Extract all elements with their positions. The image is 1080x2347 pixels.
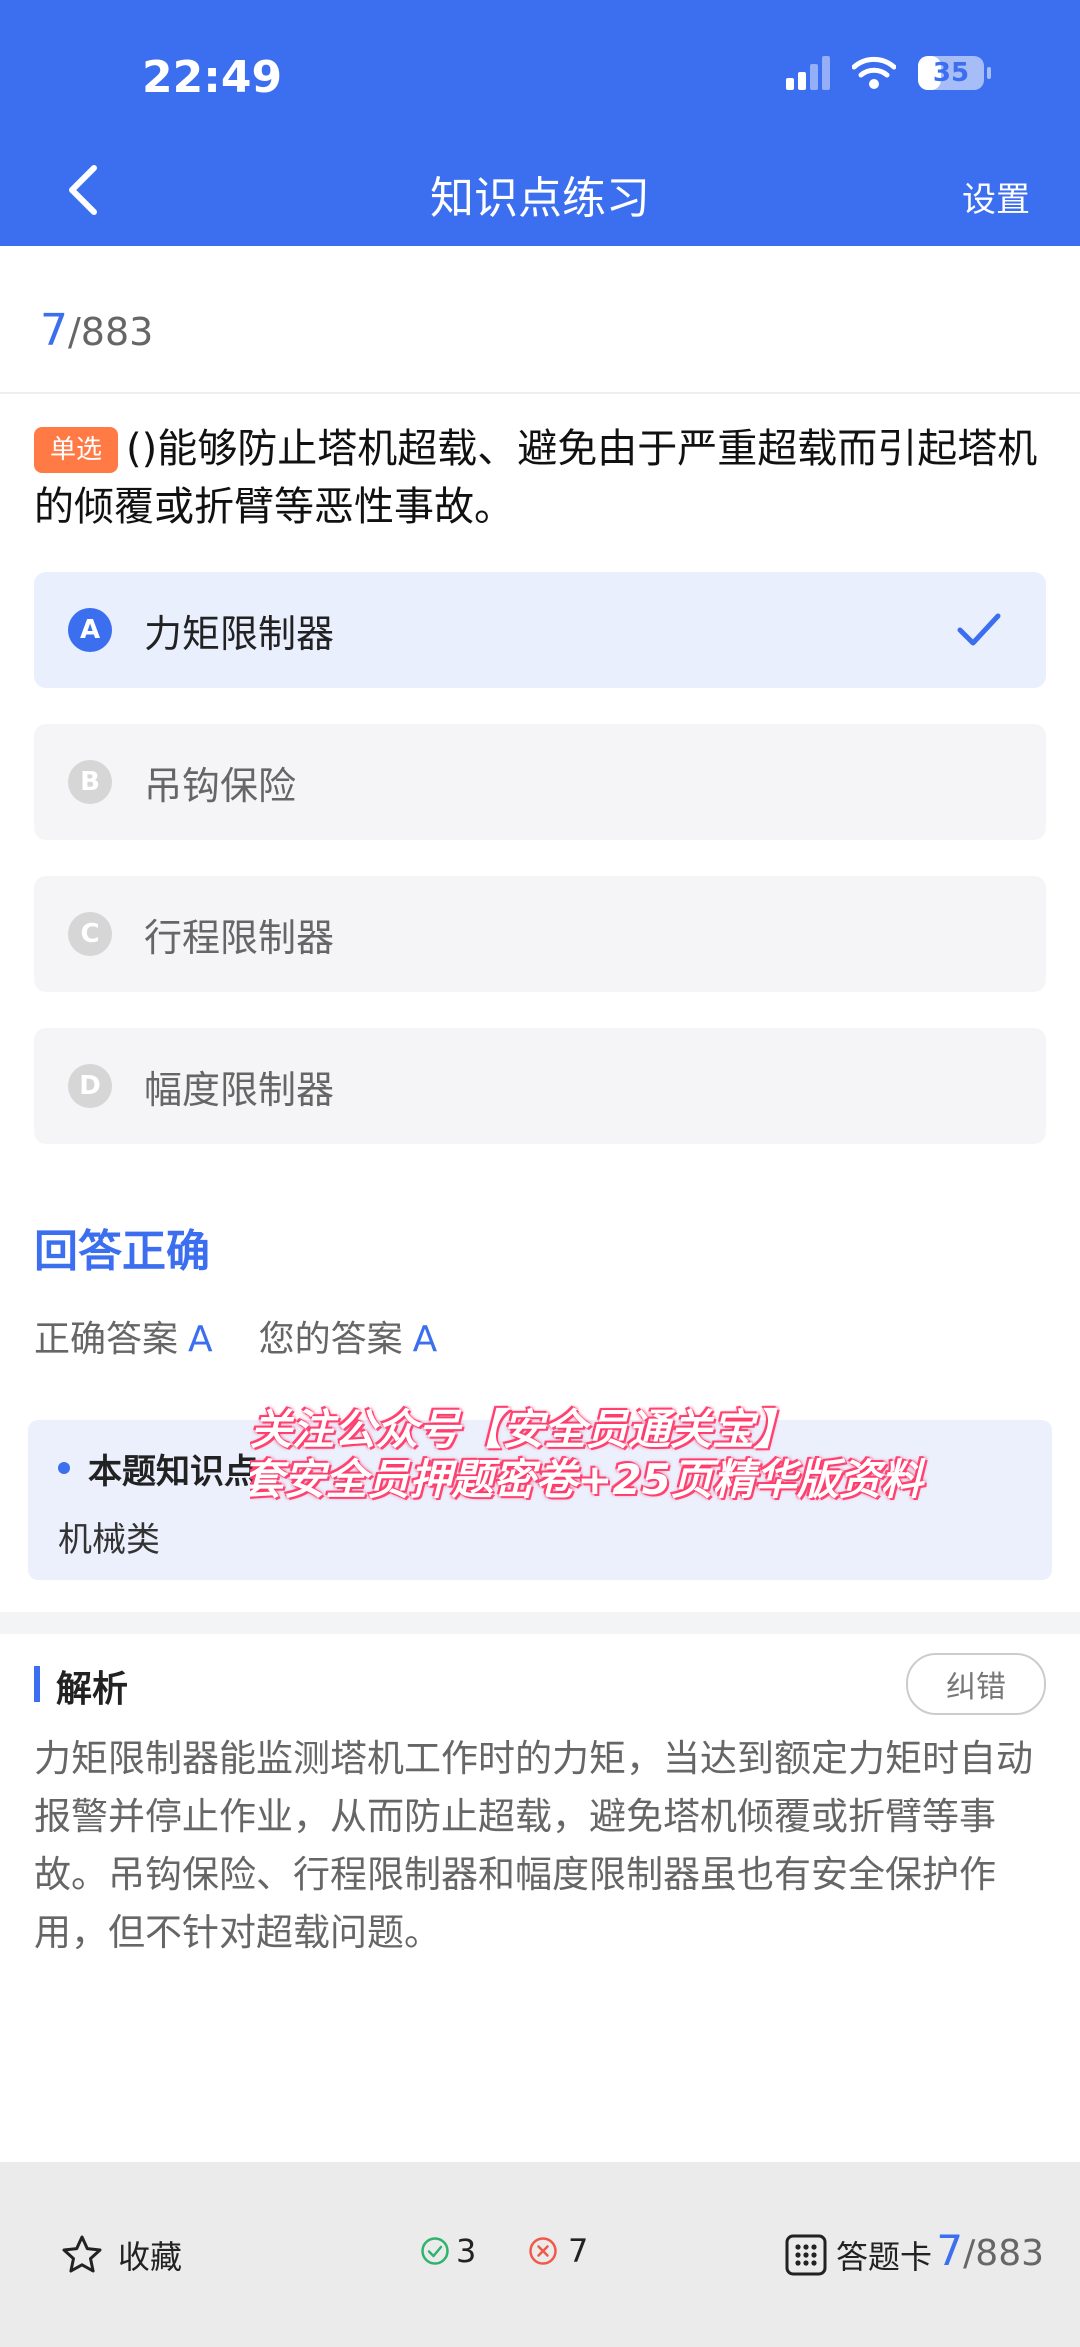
wrong-circle-icon	[529, 2237, 557, 2265]
bottom-progress: 7/883	[936, 2226, 1044, 2275]
option-d[interactable]: D 幅度限制器	[34, 1028, 1046, 1144]
question-text: ()能够防止塔机超载、避免由于严重超载而引起塔机的倾覆或折臂等恶性事故。	[34, 426, 1038, 530]
correct-circle-icon	[421, 2237, 449, 2265]
star-icon	[62, 2235, 102, 2273]
report-error-button[interactable]: 纠错	[906, 1653, 1046, 1715]
option-text: 幅度限制器	[144, 1067, 335, 1112]
section-accent-bar	[34, 1666, 40, 1702]
answer-card-label: 答题卡	[836, 2238, 933, 2276]
correct-answer-label: 正确答案	[34, 1319, 179, 1360]
option-letter: D	[68, 1064, 112, 1108]
check-icon	[957, 613, 1001, 646]
option-text: 力矩限制器	[144, 611, 335, 656]
knowledge-point-label: 本题知识点	[88, 1452, 258, 1492]
bullet-dot-icon	[58, 1462, 70, 1474]
option-text: 吊钩保险	[144, 763, 297, 808]
option-letter: A	[68, 608, 112, 652]
watermark-overlay: 关注公众号【安全员通关宝】 领5套安全员押题密卷+25页精华版资料	[250, 1405, 1080, 1505]
wrong-count: 7	[528, 2232, 588, 2270]
option-letter: C	[68, 912, 112, 956]
bottom-progress-total: /883	[963, 2233, 1044, 2274]
answer-summary: 正确答案 A 您的答案 A	[34, 1310, 483, 1362]
status-icons: 35	[786, 56, 991, 90]
bottom-progress-current: 7	[936, 2226, 964, 2275]
bottom-toolbar: 收藏 3 7 答题卡 7/883	[0, 2162, 1080, 2347]
your-answer-value: A	[412, 1319, 438, 1360]
correct-count: 3	[420, 2232, 476, 2270]
divider	[0, 392, 1080, 394]
option-a[interactable]: A 力矩限制器	[34, 572, 1046, 688]
progress-total: /883	[68, 310, 154, 354]
settings-button[interactable]: 设置	[962, 172, 1030, 221]
question-progress: 7/883	[40, 305, 153, 356]
your-answer-label: 您的答案	[258, 1319, 403, 1360]
battery-icon: 35	[918, 56, 991, 90]
knowledge-point-value: 机械类	[58, 1520, 160, 1560]
correct-answer-value: A	[188, 1319, 213, 1360]
correct-count-value: 3	[456, 2232, 477, 2270]
option-c[interactable]: C 行程限制器	[34, 876, 1046, 992]
page-title: 知识点练习	[430, 173, 650, 224]
question-type-badge: 单选	[34, 427, 119, 473]
section-separator	[0, 1612, 1080, 1634]
option-b[interactable]: B 吊钩保险	[34, 724, 1046, 840]
battery-level: 35	[932, 58, 970, 88]
option-letter: B	[68, 760, 112, 804]
watermark-line-1: 关注公众号【安全员通关宝】	[250, 1405, 797, 1454]
cellular-signal-icon	[786, 56, 830, 90]
wrong-count-value: 7	[568, 2232, 589, 2270]
analysis-title: 解析	[56, 1669, 129, 1710]
favorite-label: 收藏	[118, 2238, 183, 2276]
watermark-line-2: 领5套安全员押题密卷+25页精华版资料	[250, 1455, 923, 1504]
analysis-text: 力矩限制器能监测塔机工作时的力矩，当达到额定力矩时自动报警并停止作业，从而防止超…	[34, 1737, 1033, 1954]
answer-card-button[interactable]: 答题卡	[784, 2232, 932, 2278]
favorite-button[interactable]: 收藏	[60, 2232, 182, 2278]
app-header: 22:49 35 知识点练习 设置	[0, 0, 1080, 246]
question-stem: 单选 ()能够防止塔机超载、避免由于严重超载而引起塔机的倾覆或折臂等恶性事故。	[34, 420, 1046, 536]
wifi-icon	[852, 56, 896, 89]
option-text: 行程限制器	[144, 915, 335, 960]
grid-icon	[785, 2234, 827, 2276]
result-title: 回答正确	[34, 1226, 210, 1277]
progress-current: 7	[40, 305, 68, 356]
status-time: 22:49	[142, 52, 283, 103]
